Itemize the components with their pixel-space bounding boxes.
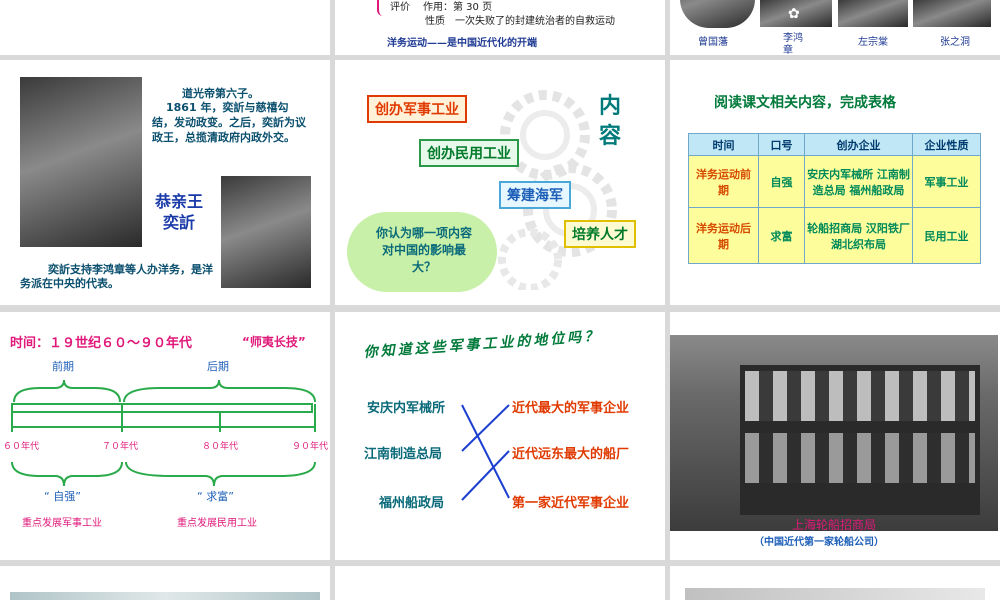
- focus-civil: 重点发展民用工业: [177, 518, 257, 529]
- slide-bottom-middle: [335, 566, 665, 600]
- conclusion: 洋务运动——是中国近代化的开端: [387, 38, 537, 49]
- title-char-1: 内: [599, 94, 622, 119]
- nature-label: 性质: [425, 16, 445, 27]
- slide-portraits: ✿ 曾国藩 李鸿章 左宗棠 张之洞: [670, 0, 1000, 55]
- cell-slogan: 求富: [758, 207, 805, 264]
- cell-nature: 军事工业: [912, 155, 981, 208]
- bottom-right-photo: [685, 588, 985, 600]
- name-1: 李鸿章: [783, 33, 803, 55]
- table-header-row: 时间 口号 创办企业 企业性质: [688, 133, 981, 156]
- building-upper: [745, 371, 975, 421]
- photo-yixin-portrait: [221, 176, 311, 288]
- slide-evaluation: 评价 作用：第 30 页 性质 一次失败了的封建统治者的自救运动 洋务运动——是…: [335, 0, 665, 55]
- photo-merchants-steam: [670, 335, 998, 531]
- tick-90s: ９０年代: [292, 442, 329, 452]
- photo-caption: 上海轮船招商局: [792, 518, 877, 532]
- item-talent: 培养人才: [564, 220, 636, 248]
- focus-military: 重点发展军事工业: [22, 518, 102, 529]
- slogan-self-strength: “ 自强”: [44, 490, 81, 503]
- name-line2: 奕訢: [163, 213, 196, 232]
- bracket: [377, 0, 387, 16]
- enterprise-table: 时间 口号 创办企业 企业性质 洋务运动前期 自强 安庆内军械所 江南制造总局 …: [688, 133, 981, 264]
- table-row: 洋务运动前期 自强 安庆内军械所 江南制造总局 福州船政局 军事工业: [688, 155, 981, 208]
- slide-table: 阅读课文相关内容，完成表格 时间 口号 创办企业 企业性质 洋务运动前期 自强 …: [670, 60, 1000, 305]
- cell-nature: 民用工业: [912, 207, 981, 264]
- slide-yixin: 道光帝第六子。 1861 年，奕訢与慈禧勾结，发动政变。之后，奕訢为议政王，总揽…: [0, 60, 330, 305]
- item-military-industry: 创办军事工业: [367, 95, 467, 123]
- table-heading: 阅读课文相关内容，完成表格: [714, 95, 896, 111]
- tick-60s: ６０年代: [3, 442, 40, 452]
- name-3: 张之洞: [940, 37, 970, 48]
- cell-company: 安庆内军械所 江南制造总局 福州船政局: [804, 155, 913, 208]
- item-navy: 筹建海军: [499, 181, 571, 209]
- caption: 奕訢支持李鸿章等人办洋务，是洋务派在中央的代表。: [20, 263, 213, 290]
- slide-matching: 你知道这些军事工业的地位吗？ 安庆内军械所 江南制造总局 福州船政局 近代最大的…: [335, 312, 665, 560]
- photo-yixin-seated: [20, 77, 142, 247]
- star-icon: ✿: [788, 6, 800, 22]
- slide-content: 创办军事工业 创办民用工业 筹建海军 培养人才 内 容 你认为哪一项内容对中国的…: [335, 60, 665, 305]
- question-text: 你认为哪一项内容对中国的影响最大？: [375, 226, 472, 274]
- quote: “师夷长技”: [242, 335, 306, 349]
- portrait-zuo: [838, 0, 908, 27]
- slide-bottom-left: [0, 566, 330, 600]
- bottom-left-strip: [10, 592, 320, 600]
- table-row: 洋务运动后期 求富 轮船招商局 汉阳铁厂 湖北织布局 民用工业: [688, 207, 981, 264]
- slide-bottom-right: [670, 566, 1000, 600]
- nature-content: 一次失败了的封建统治者的自救运动: [455, 16, 615, 27]
- col-time: 时间: [688, 133, 759, 156]
- portrait-zeng: [680, 0, 755, 28]
- title-char-2: 容: [599, 124, 622, 149]
- photo-subcaption: （中国近代第一家轮船公司）: [754, 537, 884, 548]
- item-civil-industry: 创办民用工业: [419, 139, 519, 167]
- tick-80s: ８０年代: [202, 442, 239, 452]
- name-2: 左宗棠: [858, 37, 888, 48]
- portrait-zhang: [913, 0, 991, 27]
- tick-70s: ７０年代: [102, 442, 139, 452]
- col-company: 创办企业: [804, 133, 913, 156]
- bio-line1: 道光帝第六子。: [182, 87, 259, 100]
- cell-time: 洋务运动后期: [688, 207, 759, 264]
- slogan-wealth: “ 求富”: [197, 490, 234, 503]
- timeline-graphic: [11, 379, 316, 487]
- slide-top-left: [0, 0, 330, 55]
- slide-timeline: 时间：１９世纪６０～９０年代 “师夷长技” 前期 后期 ６０年代 ７０年代 ８０…: [0, 312, 330, 560]
- cell-company: 轮船招商局 汉阳铁厂 湖北织布局: [804, 207, 913, 264]
- matching-lines: [461, 404, 510, 501]
- cell-slogan: 自强: [758, 155, 805, 208]
- timeline-title: 时间：１９世纪６０～９０年代: [10, 336, 193, 351]
- eval-label: 评价: [390, 2, 410, 13]
- col-slogan: 口号: [758, 133, 805, 156]
- col-nature: 企业性质: [912, 133, 981, 156]
- name-0: 曾国藩: [698, 37, 728, 48]
- bio-rest: 1861 年，奕訢与慈禧勾结，发动政变。之后，奕訢为议政王，总揽清政府内政外交。: [152, 101, 306, 144]
- cell-time: 洋务运动前期: [688, 155, 759, 208]
- slide-photo: 上海轮船招商局 （中国近代第一家轮船公司）: [670, 312, 1000, 560]
- building-lower: [745, 433, 975, 483]
